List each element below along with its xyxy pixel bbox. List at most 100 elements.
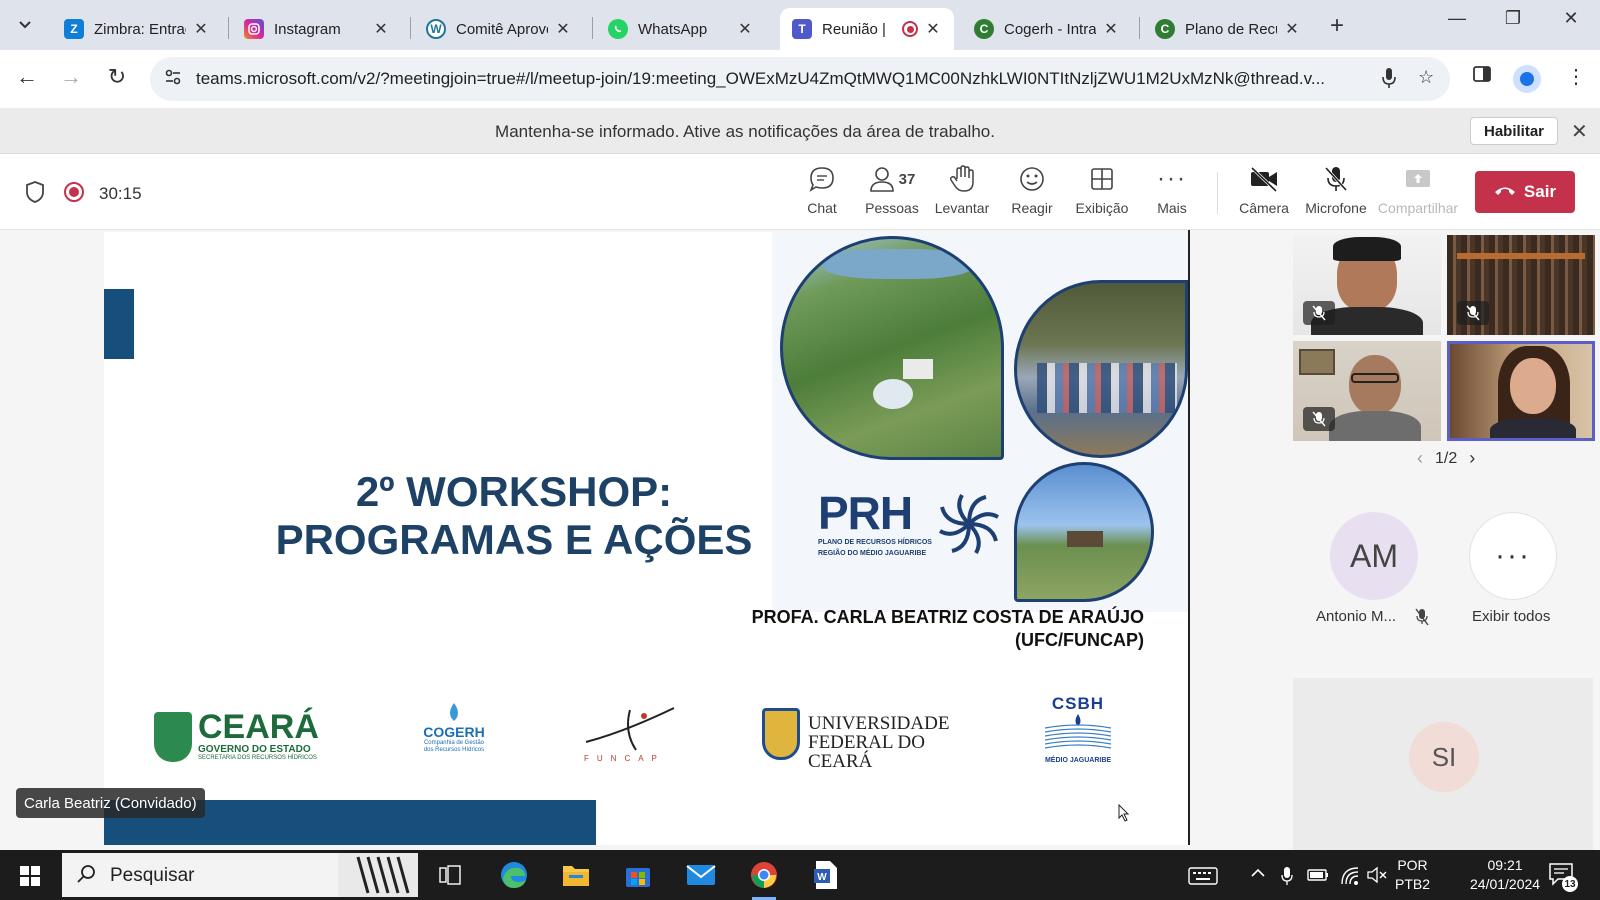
avatar[interactable]: AM: [1330, 512, 1418, 600]
participant-shirt-shape: [1329, 411, 1421, 441]
task-view-icon[interactable]: [432, 858, 468, 892]
tab-plano-recursos[interactable]: C Plano de Recu ✕: [1143, 8, 1313, 50]
tab-cogerh-intra[interactable]: C Cogerh - Intra ✕: [962, 8, 1132, 50]
group-photo: [1014, 280, 1188, 458]
keyboard-icon[interactable]: [1188, 866, 1218, 891]
reload-icon[interactable]: ↻: [102, 64, 132, 90]
people-icon-row: 37: [852, 162, 932, 196]
close-icon[interactable]: ✕: [554, 19, 572, 39]
battery-icon[interactable]: [1306, 866, 1330, 889]
tab-teams-meeting[interactable]: T Reunião | ✕: [780, 8, 954, 50]
microphone-off-icon: [1312, 305, 1326, 321]
taskbar-search-box[interactable]: Pesquisar: [62, 853, 418, 897]
share-button[interactable]: Compartilhar: [1376, 162, 1460, 216]
prh-logo-text: PRH PLANO DE RECURSOS HÍDRICOS REGIÃO DO…: [818, 490, 932, 558]
url-text[interactable]: teams.microsoft.com/v2/?meetingjoin=true…: [196, 69, 1336, 89]
funcap-logo: FUNCAP: [584, 702, 684, 766]
shield-icon[interactable]: [24, 180, 46, 204]
csbh-logo-title: CSBH: [1051, 694, 1105, 713]
show-all-button[interactable]: ···: [1469, 512, 1557, 600]
close-icon[interactable]: ✕: [1571, 119, 1588, 144]
minimize-icon[interactable]: —: [1434, 8, 1480, 29]
site-settings-icon[interactable]: [164, 68, 182, 91]
field-photo: [1014, 462, 1154, 602]
tab-divider: [410, 17, 411, 39]
chat-button[interactable]: Chat: [782, 162, 862, 216]
microphone-button[interactable]: Microfone: [1296, 162, 1376, 216]
word-document-icon[interactable]: W: [808, 858, 844, 892]
close-icon[interactable]: ✕: [736, 19, 754, 39]
funcap-swoosh-icon: [585, 707, 675, 751]
close-icon[interactable]: ✕: [1102, 19, 1120, 39]
meeting-toolbar: 30:15 Chat 37 Pessoas Levantar Reagir Ex…: [0, 154, 1600, 230]
shared-slide: 2º WORKSHOP: PROGRAMAS E AÇÕES PRH PLANO…: [104, 232, 1188, 845]
enable-notifications-button[interactable]: Habilitar: [1470, 117, 1558, 145]
view-button[interactable]: Exibição: [1062, 162, 1142, 216]
input-language-indicator[interactable]: POR PTB2: [1395, 856, 1430, 894]
tab-search-chevron-icon[interactable]: [10, 10, 40, 40]
address-bar[interactable]: teams.microsoft.com/v2/?meetingjoin=true…: [150, 57, 1450, 101]
new-tab-plus-icon[interactable]: +: [1330, 12, 1344, 40]
participant-video-tile[interactable]: [1293, 341, 1441, 441]
tab-label: Zimbra: Entrad: [94, 20, 186, 38]
microphone-tray-icon[interactable]: [1281, 866, 1293, 891]
file-explorer-icon[interactable]: [558, 858, 594, 892]
slide-title-line2: PROGRAMAS E AÇÕES: [275, 516, 753, 563]
speaker-shirt-shape: [1490, 418, 1576, 438]
close-icon[interactable]: ✕: [924, 19, 942, 39]
leave-button[interactable]: Sair: [1475, 171, 1575, 213]
show-hidden-icons-chevron-icon[interactable]: [1250, 866, 1266, 884]
browser-menu-icon[interactable]: ⋮: [1566, 64, 1586, 89]
bookmark-star-icon[interactable]: ☆: [1418, 67, 1434, 88]
participant-video-tile[interactable]: [1447, 235, 1595, 335]
search-icon: [76, 864, 96, 889]
tab-instagram[interactable]: Instagram ✕: [232, 8, 402, 50]
cogerh-logo-title: COGERH: [423, 724, 485, 740]
funcap-logo-text: FUNCAP: [584, 754, 665, 763]
glasses-shape: [1351, 373, 1399, 383]
prh-logo: PRH PLANO DE RECURSOS HÍDRICOS REGIÃO DO…: [818, 490, 1028, 570]
people-count: 37: [898, 170, 916, 188]
microsoft-store-icon[interactable]: [620, 858, 656, 892]
ufc-logo-text: UNIVERSIDADE FEDERAL DO CEARÁ: [808, 714, 960, 771]
system-clock[interactable]: 09:21 24/01/2024: [1470, 856, 1540, 894]
notification-banner: Mantenha-se informado. Ative as notifica…: [0, 108, 1600, 154]
back-arrow-icon[interactable]: ←: [12, 64, 42, 90]
network-icon[interactable]: [1340, 866, 1360, 891]
restore-icon[interactable]: ❐: [1490, 8, 1536, 29]
volume-muted-icon[interactable]: [1366, 866, 1388, 889]
participant-video-tile[interactable]: [1293, 235, 1441, 335]
participant-avatar-tile[interactable]: SI: [1293, 678, 1593, 850]
active-speaker-tile[interactable]: [1447, 341, 1595, 441]
close-icon[interactable]: ✕: [372, 19, 390, 39]
csbh-logo: CSBH MÉDIO JAGUARIBE: [1040, 694, 1116, 774]
mail-icon[interactable]: [683, 858, 719, 892]
forward-arrow-icon[interactable]: →: [56, 64, 86, 90]
microphone-off-icon: [1312, 411, 1326, 427]
raise-hand-label: Levantar: [934, 200, 990, 216]
tab-whatsapp[interactable]: WhatsApp ✕: [596, 8, 766, 50]
share-screen-icon: [1376, 162, 1460, 196]
ellipsis-icon: ···: [1157, 165, 1187, 192]
react-button[interactable]: Reagir: [992, 162, 1072, 216]
window-close-icon[interactable]: ✕: [1548, 8, 1594, 29]
dam-aerial-photo: [780, 236, 1004, 460]
tab-zimbra[interactable]: Z Zimbra: Entrad ✕: [52, 8, 222, 50]
tab-comite[interactable]: W Comitê Aprove ✕: [414, 8, 584, 50]
chevron-right-icon[interactable]: ›: [1469, 448, 1475, 469]
side-panel-icon[interactable]: [1472, 64, 1492, 90]
camera-button[interactable]: Câmera: [1224, 162, 1304, 216]
chrome-browser-icon[interactable]: [746, 858, 782, 900]
microphone-icon[interactable]: [1382, 67, 1396, 94]
windows-start-icon[interactable]: [20, 866, 40, 886]
more-label: Mais: [1157, 200, 1187, 216]
close-icon[interactable]: ✕: [192, 19, 210, 39]
people-button[interactable]: 37 Pessoas: [852, 162, 932, 216]
raise-hand-button[interactable]: Levantar: [922, 162, 1002, 216]
chevron-left-icon[interactable]: ‹: [1417, 448, 1423, 469]
people-shapes: [1037, 363, 1177, 413]
more-button[interactable]: ··· Mais: [1132, 162, 1212, 216]
profile-avatar-icon[interactable]: [1513, 65, 1541, 93]
close-icon[interactable]: ✕: [1283, 19, 1301, 39]
edge-browser-icon[interactable]: [496, 858, 532, 892]
